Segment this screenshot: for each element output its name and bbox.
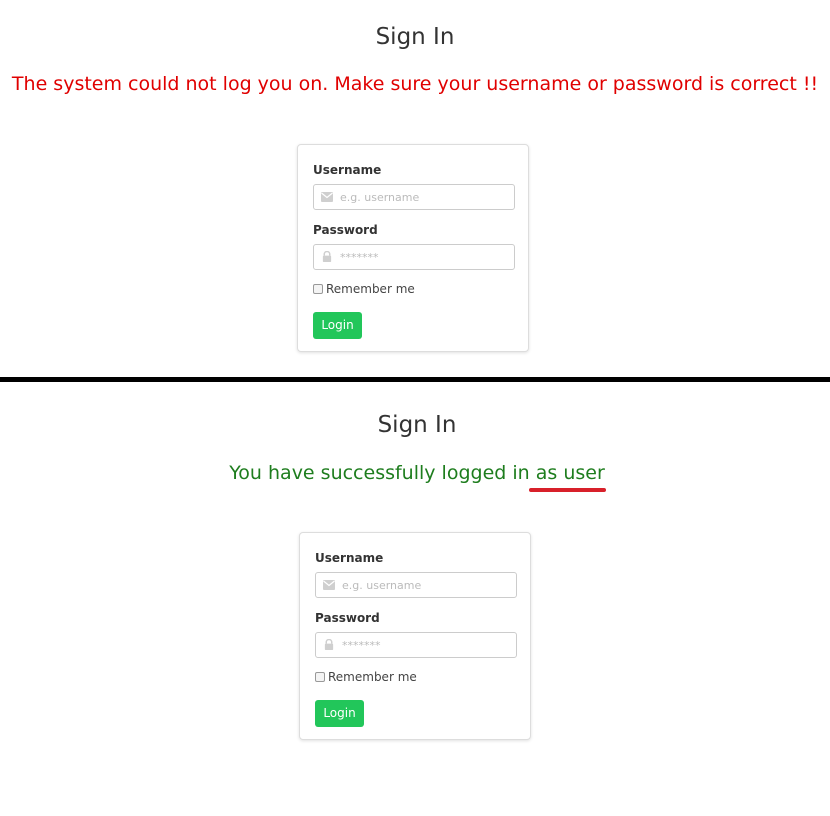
lock-icon	[324, 639, 334, 650]
username-field[interactable]	[315, 572, 517, 598]
remember-me-checkbox[interactable]	[315, 672, 325, 682]
username-input[interactable]	[342, 576, 512, 594]
password-label: Password	[313, 223, 378, 237]
success-message: You have successfully logged in as user	[229, 462, 605, 484]
password-input[interactable]	[340, 248, 510, 266]
password-input[interactable]	[342, 636, 512, 654]
login-form: Username Password Remember me Login	[299, 532, 531, 740]
username-field[interactable]	[313, 184, 515, 210]
page-title: Sign In	[375, 24, 455, 50]
successful-login-panel: Sign In You have successfully logged in …	[0, 382, 830, 816]
username-input[interactable]	[340, 188, 510, 206]
lock-icon	[322, 251, 332, 262]
error-message: The system could not log you on. Make su…	[11, 73, 819, 95]
failed-login-panel: Sign In The system could not log you on.…	[0, 0, 830, 377]
username-label: Username	[313, 163, 382, 177]
login-form: Username Password Remember me Login	[297, 144, 529, 352]
username-label: Username	[315, 551, 384, 565]
password-field[interactable]	[313, 244, 515, 270]
remember-me-checkbox[interactable]	[313, 284, 323, 294]
page-title: Sign In	[377, 412, 457, 438]
envelope-icon	[323, 580, 335, 590]
login-button[interactable]: Login	[313, 312, 362, 339]
remember-me-label: Remember me	[326, 282, 415, 296]
envelope-icon	[321, 192, 333, 202]
password-label: Password	[315, 611, 380, 625]
highlight-underline	[529, 488, 606, 492]
remember-me-label: Remember me	[328, 670, 417, 684]
password-field[interactable]	[315, 632, 517, 658]
login-button[interactable]: Login	[315, 700, 364, 727]
